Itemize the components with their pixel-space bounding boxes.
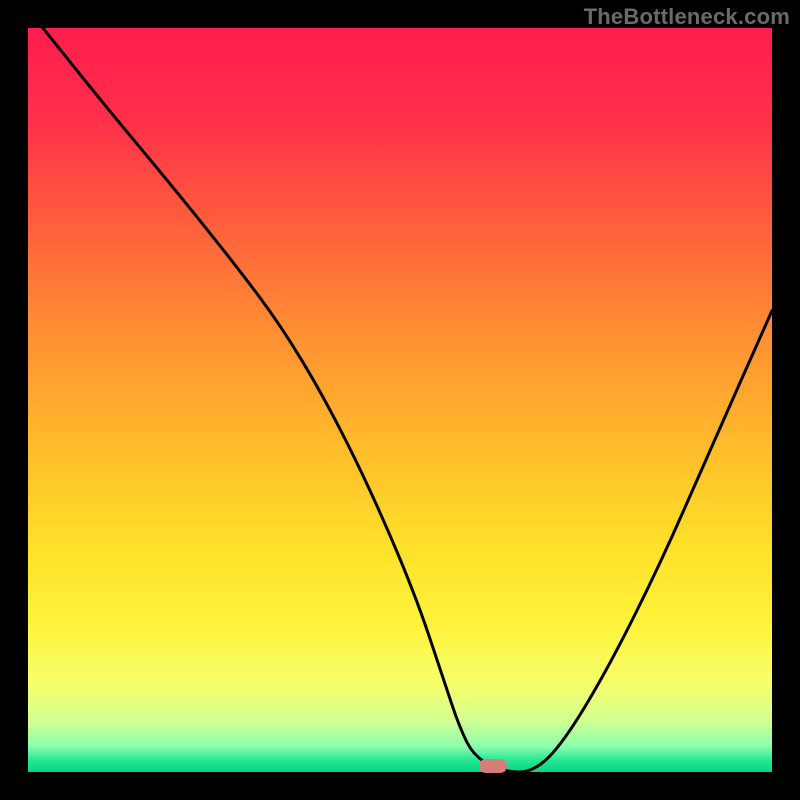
chart-frame: TheBottleneck.com bbox=[0, 0, 800, 800]
optimal-point-marker bbox=[479, 759, 507, 773]
bottleneck-curve bbox=[28, 28, 772, 772]
plot-area bbox=[28, 28, 772, 772]
watermark-text: TheBottleneck.com bbox=[584, 4, 790, 30]
